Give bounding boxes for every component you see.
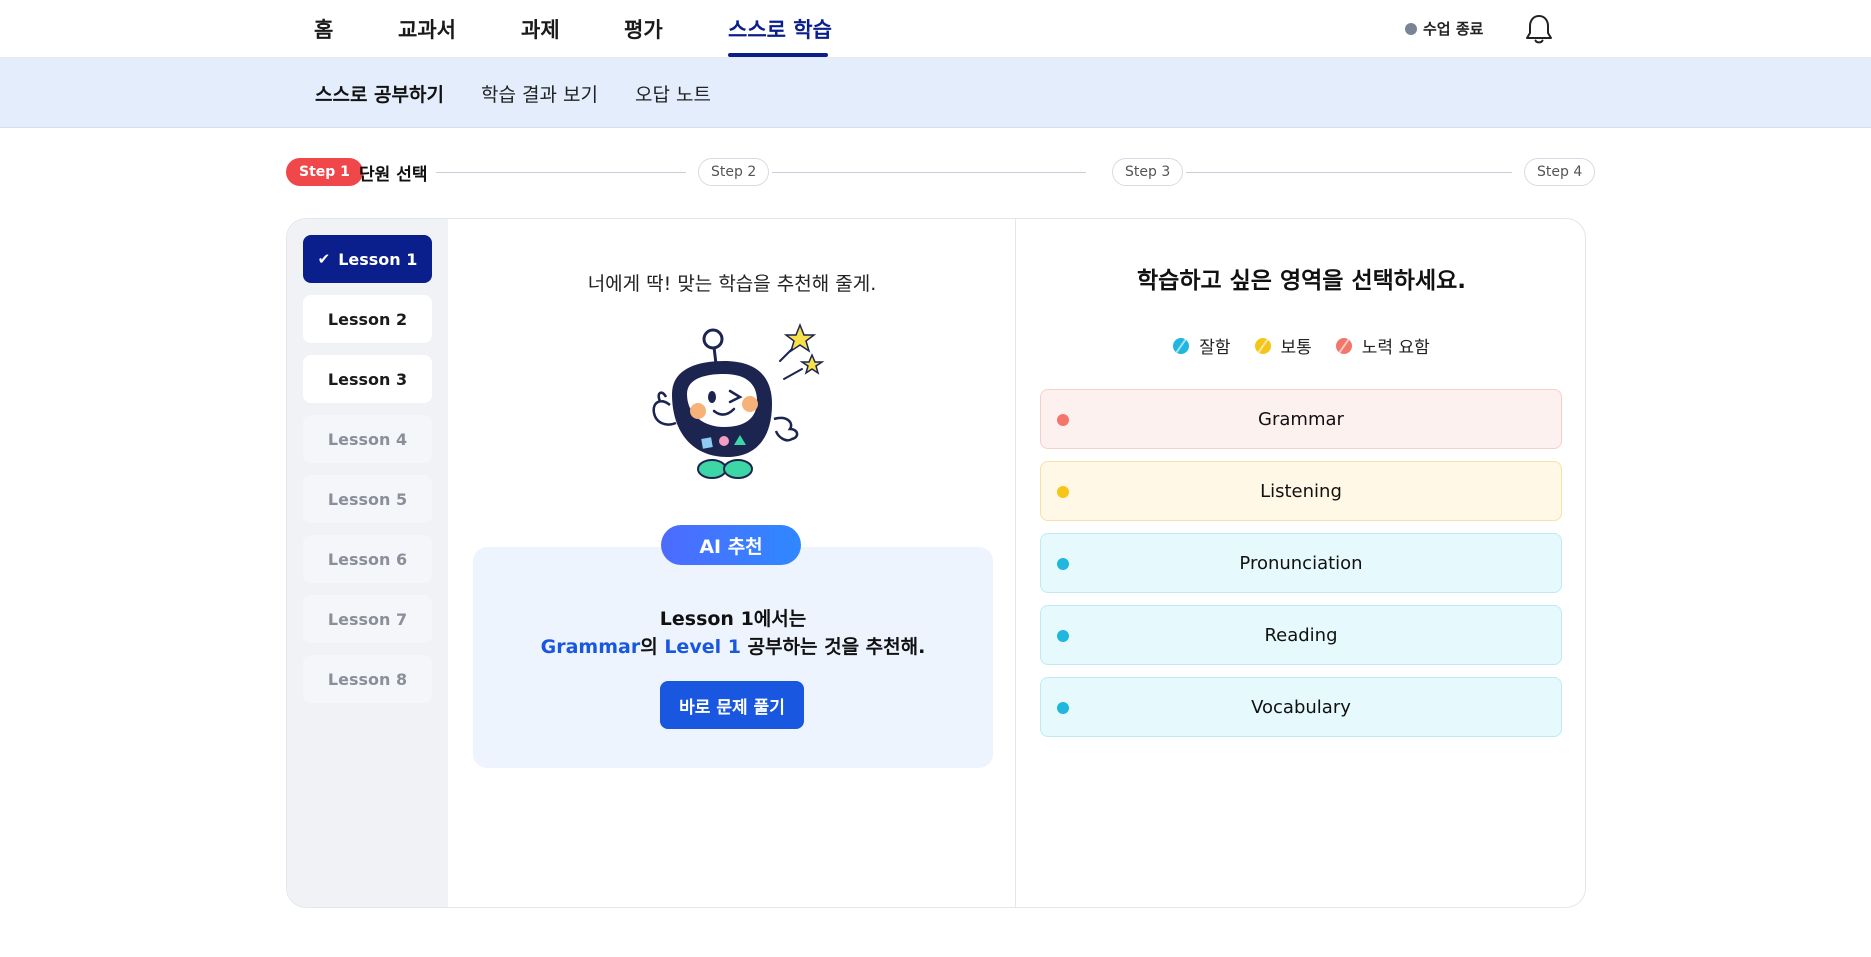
good-level-dot-icon: [1057, 702, 1069, 714]
legend-item-good: 잘함: [1173, 333, 1231, 358]
area-reading[interactable]: Reading: [1040, 605, 1562, 665]
legend-item-needs-effort: 노력 요함: [1335, 333, 1430, 358]
nav-textbook[interactable]: 교과서: [398, 14, 456, 44]
recommended-area: Grammar: [540, 636, 641, 658]
good-level-dot-icon: [1057, 558, 1069, 570]
subnav-wrong-notes[interactable]: 오답 노트: [635, 80, 711, 107]
lesson-label: Lesson 4: [327, 429, 408, 449]
status-dot-icon: [1405, 22, 1417, 35]
lesson-label: Lesson 6: [327, 549, 408, 569]
legend-label: 노력 요함: [1361, 338, 1430, 358]
legend-item-average: 보통: [1254, 333, 1312, 358]
needs-effort-level-dot-icon: [1335, 337, 1352, 354]
lesson-label: Lesson 3: [327, 369, 408, 389]
recommendation-line-2: Grammar의 Level 1 공부하는 것을 추천해.: [473, 632, 993, 659]
area-label: Pronunciation: [1239, 552, 1363, 574]
nav-evaluation[interactable]: 평가: [624, 14, 663, 44]
area-label: Listening: [1260, 480, 1342, 502]
step-progress: Step 1 단원 선택 Step 2 Step 3 Step 4: [286, 158, 1596, 186]
good-level-dot-icon: [1173, 337, 1190, 354]
area-vocabulary[interactable]: Vocabulary: [1040, 677, 1562, 737]
bell-icon[interactable]: [1524, 13, 1554, 45]
step-2-pill: Step 2: [698, 158, 770, 186]
recommendation-particle: 의: [640, 636, 665, 658]
lesson-label: Lesson 1: [338, 249, 418, 269]
ai-recommend-badge: AI 추천: [661, 525, 801, 565]
step-4-pill: Step 4: [1524, 158, 1596, 186]
lesson-item-3[interactable]: Lesson 3: [303, 355, 432, 403]
robot-mascot-illustration: [652, 322, 825, 479]
nav-active-indicator: [728, 53, 828, 57]
step-divider: [436, 172, 686, 173]
lesson-item-2[interactable]: Lesson 2: [303, 295, 432, 343]
study-card: ✔ Lesson 1 Lesson 2 Lesson 3 Lesson 4 Le…: [286, 218, 1586, 908]
subnav-self-study[interactable]: 스스로 공부하기: [315, 80, 444, 107]
check-icon: ✔: [317, 250, 331, 268]
area-label: Grammar: [1258, 408, 1344, 430]
top-nav: 홈 교과서 과제 평가 스스로 학습 수업 종료: [0, 0, 1871, 58]
lesson-label: Lesson 2: [327, 309, 408, 329]
level-legend: 잘함 보통 노력 요함: [1016, 333, 1585, 358]
lesson-item-5: Lesson 5: [303, 475, 432, 523]
recommendation-intro: 너에게 딱! 맞는 학습을 추천해 줄게.: [587, 273, 877, 295]
end-class-button[interactable]: 수업 종료: [1405, 18, 1483, 39]
lesson-item-7: Lesson 7: [303, 595, 432, 643]
step-3-pill: Step 3: [1112, 158, 1184, 186]
lesson-label: Lesson 7: [327, 609, 408, 629]
solve-now-button[interactable]: 바로 문제 풀기: [660, 681, 804, 729]
recommended-level: Level 1: [664, 636, 741, 658]
area-select-panel: 학습하고 싶은 영역을 선택하세요. 잘함 보통 노력 요함 Grammar L…: [1016, 219, 1585, 907]
end-class-label: 수업 종료: [1423, 20, 1484, 38]
average-level-dot-icon: [1254, 337, 1271, 354]
step-divider: [1186, 172, 1512, 173]
step-current-label: 단원 선택: [359, 165, 428, 185]
good-level-dot-icon: [1057, 630, 1069, 642]
recommendation-suffix: 공부하는 것을 추천해.: [740, 636, 926, 658]
area-label: Reading: [1264, 624, 1338, 646]
lesson-label: Lesson 8: [327, 669, 408, 689]
recommendation-line-1: Lesson 1에서는: [659, 608, 807, 630]
average-level-dot-icon: [1057, 486, 1069, 498]
area-label: Vocabulary: [1251, 696, 1351, 718]
step-divider: [772, 172, 1086, 173]
nav-home[interactable]: 홈: [314, 14, 333, 44]
nav-assignment[interactable]: 과제: [521, 14, 560, 44]
step-1-pill: Step 1: [286, 158, 363, 186]
recommendation-panel: 너에게 딱! 맞는 학습을 추천해 줄게. AI 추천 Lesson 1에서는 …: [448, 219, 1016, 907]
subnav-results[interactable]: 학습 결과 보기: [481, 80, 598, 107]
lesson-list: ✔ Lesson 1 Lesson 2 Lesson 3 Lesson 4 Le…: [287, 219, 448, 907]
lesson-item-6: Lesson 6: [303, 535, 432, 583]
lesson-item-8: Lesson 8: [303, 655, 432, 703]
sub-nav: 스스로 공부하기 학습 결과 보기 오답 노트: [0, 58, 1871, 128]
lesson-item-4: Lesson 4: [303, 415, 432, 463]
lesson-label: Lesson 5: [327, 489, 408, 509]
area-listening[interactable]: Listening: [1040, 461, 1562, 521]
area-pronunciation[interactable]: Pronunciation: [1040, 533, 1562, 593]
needs-effort-level-dot-icon: [1057, 414, 1069, 426]
nav-self-study[interactable]: 스스로 학습: [728, 14, 832, 44]
area-select-title: 학습하고 싶은 영역을 선택하세요.: [1137, 268, 1466, 294]
lesson-item-1[interactable]: ✔ Lesson 1: [303, 235, 432, 283]
area-grammar[interactable]: Grammar: [1040, 389, 1562, 449]
legend-label: 잘함: [1199, 338, 1231, 358]
legend-label: 보통: [1280, 338, 1312, 358]
